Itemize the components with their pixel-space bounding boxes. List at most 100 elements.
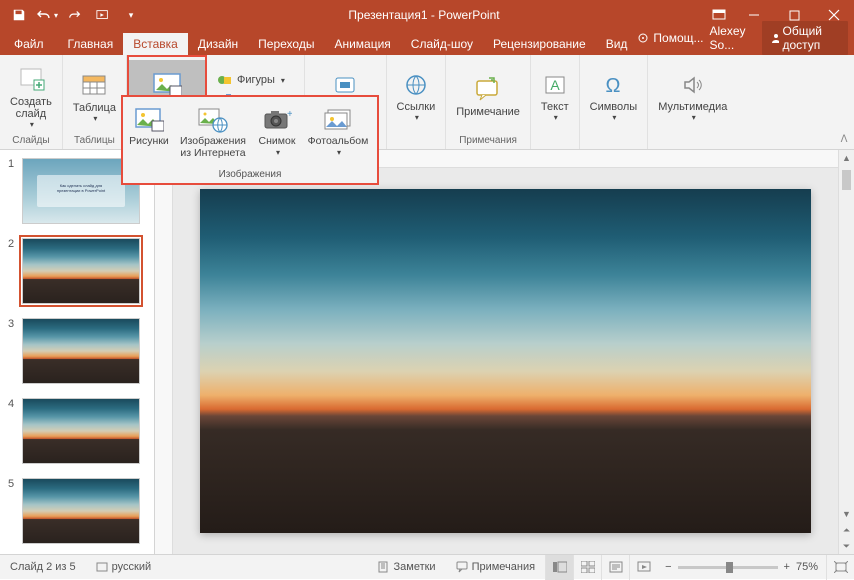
scroll-down-button[interactable]: ▼ — [839, 506, 854, 522]
work-area: 1 Как сделать слайд для презентации в Po… — [0, 150, 854, 554]
normal-view-button[interactable] — [545, 555, 573, 580]
undo-button[interactable]: ▾ — [34, 2, 60, 28]
scrollbar-thumb[interactable] — [842, 170, 851, 190]
slide-canvas[interactable] — [200, 189, 811, 533]
ribbon-tabs: Файл Главная Вставка Дизайн Переходы Ани… — [0, 30, 854, 55]
svg-text:Ω: Ω — [606, 75, 621, 97]
tab-review[interactable]: Рецензирование — [483, 33, 596, 55]
slide-thumbnail-3[interactable] — [22, 318, 140, 384]
status-bar: Слайд 2 из 5 русский Заметки Примечания … — [0, 554, 854, 579]
save-button[interactable] — [6, 2, 32, 28]
zoom-slider-thumb[interactable] — [726, 562, 733, 573]
spellcheck-icon — [96, 561, 108, 573]
new-slide-button[interactable]: Создать слайд ▾ — [6, 61, 56, 133]
slide-thumbnail-5[interactable] — [22, 478, 140, 544]
omega-icon: Ω — [600, 72, 626, 98]
vertical-ruler[interactable] — [155, 168, 173, 554]
photo-album-button[interactable]: Фотоальбом▾ — [303, 103, 373, 161]
comments-toggle-button[interactable]: Примечания — [446, 561, 546, 573]
shapes-icon — [217, 73, 233, 87]
link-icon — [403, 72, 429, 98]
tab-insert[interactable]: Вставка — [123, 33, 188, 55]
thumbnail-row[interactable]: 3 — [8, 318, 154, 384]
share-button[interactable]: Общий доступ — [762, 21, 848, 55]
vertical-scrollbar[interactable]: ▲ ▼ ⏶ ⏷ — [838, 150, 854, 554]
group-tables-label: Таблицы — [74, 135, 115, 146]
slide-counter[interactable]: Слайд 2 из 5 — [0, 561, 86, 573]
fit-to-window-button[interactable] — [826, 555, 854, 580]
notes-button[interactable]: Заметки — [368, 561, 446, 573]
thumbnail-row[interactable]: 2 — [8, 238, 154, 304]
slide-thumbnail-2[interactable] — [22, 238, 140, 304]
slideshow-view-button[interactable] — [629, 555, 657, 580]
svg-text:+: + — [287, 109, 292, 120]
tab-design[interactable]: Дизайн — [188, 33, 248, 55]
table-label: Таблица — [73, 102, 116, 114]
speaker-icon — [680, 72, 706, 98]
quick-access-toolbar: ▾ ▾ — [0, 2, 144, 28]
tell-me-label: Помощ... — [653, 31, 703, 45]
new-slide-label: Создать слайд — [10, 96, 52, 120]
group-slides: Создать слайд ▾ Слайды — [0, 55, 63, 149]
thumbnail-row[interactable]: 5 — [8, 478, 154, 544]
group-text: A Текст ▾ — [531, 55, 580, 149]
slide-thumbnail-4[interactable] — [22, 398, 140, 464]
window-title: Презентация1 - PowerPoint — [144, 8, 704, 22]
links-button[interactable]: Ссылки ▾ — [393, 61, 440, 133]
text-button[interactable]: A Текст ▾ — [537, 61, 573, 133]
slideshow-icon — [637, 561, 651, 573]
slide-editor-area: ▲ ▼ ⏶ ⏷ — [155, 150, 854, 554]
group-slides-label: Слайды — [12, 135, 49, 146]
sorter-view-button[interactable] — [573, 555, 601, 580]
notes-icon — [378, 561, 390, 573]
camera-icon: + — [262, 107, 292, 133]
share-label: Общий доступ — [783, 24, 841, 52]
media-button[interactable]: Мультимедиа ▾ — [654, 61, 731, 133]
thumbnail-row[interactable]: 4 — [8, 398, 154, 464]
qat-customize-button[interactable]: ▾ — [118, 2, 144, 28]
tab-file[interactable]: Файл — [0, 33, 58, 55]
comment-small-icon — [456, 561, 468, 573]
start-from-beginning-button[interactable] — [90, 2, 116, 28]
svg-text:A: A — [550, 77, 560, 93]
prev-slide-button[interactable]: ⏶ — [839, 522, 854, 538]
tab-home[interactable]: Главная — [58, 33, 124, 55]
tab-transitions[interactable]: Переходы — [248, 33, 324, 55]
media-label: Мультимедиа — [658, 101, 727, 113]
zoom-slider[interactable] — [678, 566, 778, 569]
album-icon — [322, 107, 354, 133]
group-symbols: Ω Символы ▾ — [580, 55, 649, 149]
user-account[interactable]: Alexey So... — [710, 24, 756, 52]
reading-view-button[interactable] — [601, 555, 629, 580]
table-button[interactable]: Таблица ▾ — [69, 61, 120, 133]
zoom-out-button[interactable]: − — [665, 561, 671, 573]
collapse-ribbon-button[interactable]: ᐱ — [836, 131, 852, 147]
redo-button[interactable] — [62, 2, 88, 28]
pictures-from-file-button[interactable]: Рисунки — [123, 103, 175, 149]
zoom-in-button[interactable]: + — [784, 561, 790, 573]
links-label: Ссылки — [397, 101, 436, 113]
zoom-level[interactable]: 75% — [796, 561, 818, 573]
sorter-icon — [581, 561, 595, 573]
screenshot-button[interactable]: + Снимок▾ — [251, 103, 303, 161]
comment-icon — [474, 77, 502, 103]
tab-view[interactable]: Вид — [596, 33, 638, 55]
online-pictures-button[interactable]: Изображения из Интернета — [175, 103, 251, 161]
images-dropdown-label: Изображения — [123, 169, 377, 183]
images-dropdown-panel: Рисунки Изображения из Интернета + Снимо… — [121, 95, 379, 185]
symbols-button[interactable]: Ω Символы ▾ — [586, 61, 642, 133]
tell-me-button[interactable]: Помощ... — [637, 31, 703, 45]
tab-animations[interactable]: Анимация — [324, 33, 400, 55]
group-comments-label: Примечания — [459, 135, 517, 146]
shapes-button[interactable]: Фигуры▾ — [213, 71, 298, 89]
next-slide-button[interactable]: ⏷ — [839, 538, 854, 554]
picture-file-icon — [134, 107, 164, 133]
slide-thumbnails-pane[interactable]: 1 Как сделать слайд для презентации в Po… — [0, 150, 155, 554]
fit-icon — [834, 561, 848, 573]
tab-slideshow[interactable]: Слайд-шоу — [401, 33, 483, 55]
language-indicator[interactable]: русский — [86, 561, 161, 573]
group-comments: Примечание Примечания — [446, 55, 531, 149]
textbox-icon: A — [542, 72, 568, 98]
comment-button[interactable]: Примечание — [452, 61, 524, 133]
scroll-up-button[interactable]: ▲ — [839, 150, 854, 166]
